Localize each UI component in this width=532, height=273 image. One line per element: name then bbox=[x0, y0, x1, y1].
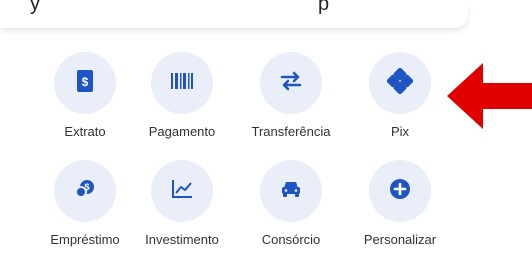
shortcuts-grid: $ Extrato Pagamento Transferência Pix $ … bbox=[0, 0, 532, 273]
emprestimo-icon-circle[interactable]: $ bbox=[54, 160, 116, 222]
pagamento-icon-circle[interactable] bbox=[151, 52, 213, 114]
svg-text:$: $ bbox=[82, 75, 89, 89]
barcode-icon bbox=[169, 70, 195, 97]
personalizar-icon-circle[interactable] bbox=[369, 160, 431, 222]
shortcut-label: Empréstimo bbox=[50, 232, 120, 247]
consorcio-icon-circle[interactable] bbox=[260, 160, 322, 222]
shortcut-emprestimo[interactable]: $ Empréstimo bbox=[30, 160, 140, 260]
shortcut-consorcio[interactable]: Consórcio bbox=[236, 160, 346, 260]
red-arrow-annotation bbox=[447, 63, 532, 129]
chart-icon bbox=[170, 178, 194, 205]
shortcut-label: Investimento bbox=[145, 232, 219, 247]
shortcut-label: Transferência bbox=[251, 124, 331, 139]
shortcut-extrato[interactable]: $ Extrato bbox=[30, 52, 140, 152]
shortcut-label: Personalizar bbox=[363, 232, 437, 247]
shortcut-investimento[interactable]: Investimento bbox=[127, 160, 237, 260]
extrato-icon-circle[interactable]: $ bbox=[54, 52, 116, 114]
shortcut-label: Consórcio bbox=[261, 232, 321, 247]
pix-icon bbox=[386, 67, 414, 99]
car-icon bbox=[279, 178, 303, 205]
statement-icon: $ bbox=[74, 69, 96, 98]
shortcut-pix[interactable]: Pix bbox=[345, 52, 455, 152]
shortcut-pagamento[interactable]: Pagamento bbox=[127, 52, 237, 152]
shortcut-personalizar[interactable]: Personalizar bbox=[345, 160, 455, 260]
shortcut-label: Extrato bbox=[64, 124, 106, 139]
loan-icon: $ bbox=[73, 177, 97, 206]
transfer-arrows-icon bbox=[279, 70, 303, 97]
svg-text:$: $ bbox=[84, 182, 89, 192]
pix-icon-circle[interactable] bbox=[369, 52, 431, 114]
shortcut-transferencia[interactable]: Transferência bbox=[236, 52, 346, 152]
transferencia-icon-circle[interactable] bbox=[260, 52, 322, 114]
plus-circle-icon bbox=[388, 177, 412, 206]
shortcut-label: Pagamento bbox=[148, 124, 216, 139]
shortcut-label: Pix bbox=[390, 124, 410, 139]
investimento-icon-circle[interactable] bbox=[151, 160, 213, 222]
